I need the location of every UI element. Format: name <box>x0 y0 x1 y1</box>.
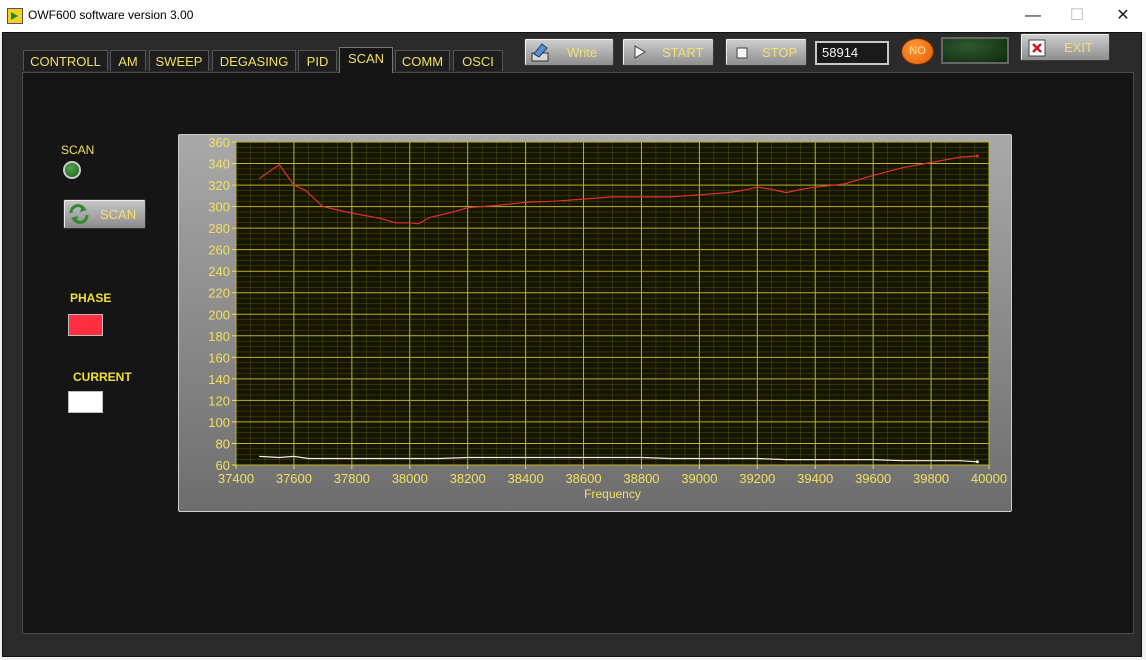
stop-button[interactable]: STOP <box>725 38 807 66</box>
scan-indicator-label: SCAN <box>61 143 95 157</box>
scan-led-indicator <box>63 161 81 179</box>
start-button[interactable]: START <box>622 38 714 66</box>
tab-degasing[interactable]: DEGASING <box>212 50 296 71</box>
x-tick-label: 39000 <box>681 471 717 486</box>
y-tick-label: 60 <box>216 458 230 473</box>
scan-button[interactable]: SCAN <box>63 199 146 229</box>
tab-label: OSCI <box>462 54 494 69</box>
minimize-button[interactable]: — <box>1010 0 1056 32</box>
tab-label: PID <box>306 54 329 69</box>
write-button[interactable]: Write <box>524 38 614 66</box>
refresh-icon <box>69 204 89 224</box>
status-display <box>941 37 1009 64</box>
tab-controll[interactable]: CONTROLL <box>23 50 108 71</box>
play-icon <box>634 45 646 59</box>
x-tick-label: 38000 <box>392 471 428 486</box>
y-tick-label: 360 <box>208 135 230 150</box>
window-title: OWF600 software version 3.00 <box>28 8 194 22</box>
x-tick-label: 37600 <box>276 471 312 486</box>
tab-label: COMM <box>401 54 444 69</box>
x-tick-label: 40000 <box>971 471 1007 486</box>
counter-display: 58914 <box>815 41 889 65</box>
y-tick-label: 80 <box>216 436 230 451</box>
y-tick-label: 180 <box>208 329 230 344</box>
exit-label: EXIT <box>1064 40 1093 55</box>
x-axis-title: Frequency <box>584 487 641 501</box>
tab-comm[interactable]: COMM <box>395 50 450 71</box>
tab-label: SCAN <box>347 51 385 66</box>
y-tick-label: 100 <box>208 415 230 430</box>
title-bar: OWF600 software version 3.00 — ☐ ✕ <box>0 0 1146 32</box>
close-x-icon <box>1028 39 1046 57</box>
y-tick-label: 140 <box>208 372 230 387</box>
status-led-indicator: NO <box>901 38 934 65</box>
x-tick-label: 39200 <box>739 471 775 486</box>
tab-osci[interactable]: OSCI <box>453 50 503 71</box>
x-tick-label: 39800 <box>913 471 949 486</box>
x-tick-label: 38200 <box>450 471 486 486</box>
write-label: Write <box>567 45 598 60</box>
series-end-point-1 <box>975 460 979 464</box>
y-tick-label: 120 <box>208 393 230 408</box>
close-button[interactable]: ✕ <box>1100 0 1146 32</box>
y-tick-label: 340 <box>208 157 230 172</box>
phase-color-swatch[interactable] <box>68 314 103 336</box>
tab-sweep[interactable]: SWEEP <box>149 50 209 71</box>
y-tick-label: 200 <box>208 307 230 322</box>
x-tick-label: 38600 <box>565 471 601 486</box>
x-tick-label: 37800 <box>334 471 370 486</box>
x-tick-label: 37400 <box>218 471 254 486</box>
phase-label: PHASE <box>70 291 112 305</box>
chart-canvas: 37400 37600 37800 38000 38200 38400 38600 38800… <box>208 135 1007 501</box>
x-tick-label: 38800 <box>623 471 659 486</box>
x-tick-label: 39400 <box>797 471 833 486</box>
tab-scan[interactable]: SCAN <box>339 47 393 73</box>
tab-label: CONTROLL <box>30 54 101 69</box>
current-color-swatch[interactable] <box>68 391 103 413</box>
maximize-button[interactable]: ☐ <box>1054 0 1100 32</box>
tab-label: SWEEP <box>155 54 203 69</box>
y-tick-label: 260 <box>208 243 230 258</box>
stop-label: STOP <box>762 45 798 60</box>
y-tick-label: 160 <box>208 350 230 365</box>
exit-button[interactable]: EXIT <box>1020 33 1110 61</box>
y-tick-label: 300 <box>208 200 230 215</box>
scan-button-label: SCAN <box>100 207 137 222</box>
y-tick-label: 320 <box>208 178 230 193</box>
stop-icon <box>736 47 748 59</box>
y-tick-label: 240 <box>208 264 230 279</box>
x-tick-label: 38400 <box>508 471 544 486</box>
y-tick-label: 280 <box>208 221 230 236</box>
series-end-point-0 <box>975 154 979 158</box>
tab-pid[interactable]: PID <box>298 50 337 71</box>
start-label: START <box>662 45 704 60</box>
current-label: CURRENT <box>73 370 132 384</box>
tab-label: DEGASING <box>219 54 289 69</box>
frequency-scan-chart[interactable]: 37400 37600 37800 38000 38200 38400 38600 38800… <box>178 134 1012 512</box>
y-tick-label: 220 <box>208 286 230 301</box>
app-icon <box>7 8 23 24</box>
write-icon <box>531 43 549 62</box>
x-tick-label: 39600 <box>855 471 891 486</box>
tab-am[interactable]: AM <box>110 50 146 71</box>
tab-label: AM <box>118 54 138 69</box>
